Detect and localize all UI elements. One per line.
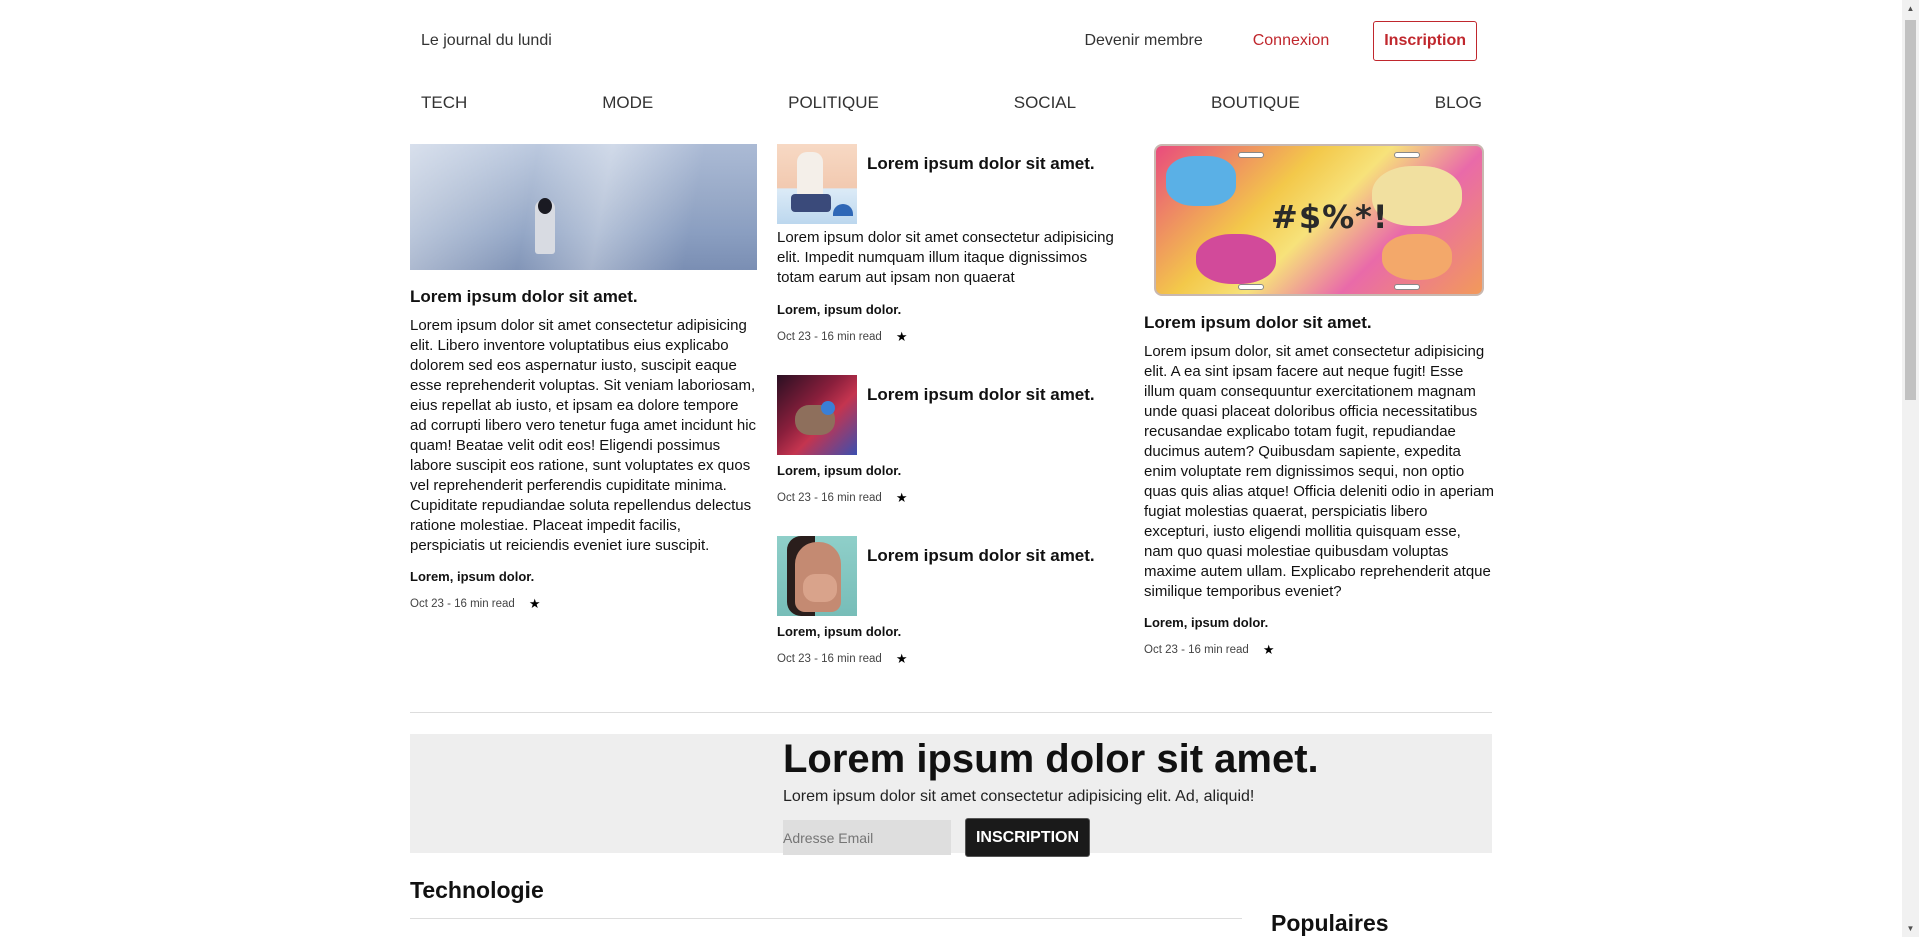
image-wave [833,204,853,216]
article-date: Oct 23 - 16 min read [777,492,882,504]
side-article-1-author: Lorem, ipsum dolor. [777,302,902,317]
section-divider [410,712,1492,713]
page: Le journal du lundi Devenir membre Conne… [410,0,1494,936]
image-person-head [538,198,552,214]
side-article-header: Lorem ipsum dolor sit amet. [777,144,1127,224]
side-article-2-image[interactable] [777,375,857,455]
main-article-title[interactable]: Lorem ipsum dolor sit amet. [410,286,757,308]
nav-item-boutique[interactable]: BOUTIQUE [1211,93,1300,113]
image-blob [1196,234,1276,284]
side-article-3: Lorem ipsum dolor sit amet. Lorem, ipsum… [777,536,1127,667]
main-article-meta: Oct 23 - 16 min read ★ [410,596,757,612]
newsletter-text: Lorem ipsum dolor sit amet consectetur a… [783,788,1255,805]
main-article-text: Lorem ipsum dolor sit amet consectetur a… [410,317,757,554]
nav-item-politique[interactable]: POLITIQUE [788,93,879,113]
main-article-author: Lorem, ipsum dolor. [410,569,535,584]
side-article-3-image[interactable] [777,536,857,616]
section-title-populaires: Populaires [1271,910,1389,936]
header-actions: Devenir membre Connexion Inscription [1084,21,1477,61]
section-title-technologie: Technologie [410,877,544,903]
article-date: Oct 23 - 16 min read [777,653,882,665]
image-blob [1166,156,1236,206]
side-article-1-image[interactable] [777,144,857,224]
newsletter-content: Lorem ipsum dolor sit amet. Lorem ipsum … [783,734,1319,857]
image-figure-base [791,194,831,212]
scroll-up-arrow-icon[interactable]: ▲ [1902,0,1919,17]
article-date: Oct 23 - 16 min read [777,331,882,343]
right-article-text: Lorem ipsum dolor, sit amet consectetur … [1144,343,1494,600]
nav-item-tech[interactable]: TECH [421,93,467,113]
right-article-title[interactable]: Lorem ipsum dolor sit amet. [1144,312,1494,334]
side-article-1-meta: Oct 23 - 16 min read ★ [777,329,1127,345]
newsletter-form: INSCRIPTION [783,818,1319,857]
section-divider [410,918,1242,919]
site-header: Le journal du lundi Devenir membre Conne… [410,0,1492,82]
right-article-meta: Oct 23 - 16 min read ★ [1144,642,1494,658]
side-article-3-title[interactable]: Lorem ipsum dolor sit amet. [867,546,1095,566]
image-dot [821,401,835,415]
image-figure [797,152,823,197]
main-nav: TECH MODE POLITIQUE SOCIAL BOUTIQUE BLOG [410,82,1492,124]
main-article: Lorem ipsum dolor sit amet. Lorem ipsum … [410,144,757,612]
become-member-link[interactable]: Devenir membre [1084,32,1202,50]
login-link[interactable]: Connexion [1253,32,1330,50]
plate-text: #$%*! [1271,198,1389,236]
star-icon[interactable]: ★ [896,329,908,345]
star-icon[interactable]: ★ [896,490,908,506]
side-article-2-meta: Oct 23 - 16 min read ★ [777,490,1127,506]
nav-item-mode[interactable]: MODE [602,93,653,113]
plate-hole [1238,152,1264,158]
star-icon[interactable]: ★ [529,596,541,612]
scrollbar-thumb[interactable] [1905,20,1916,400]
main-article-image[interactable] [410,144,757,270]
newsletter-title: Lorem ipsum dolor sit amet. [783,737,1319,781]
side-article-1-text: Lorem ipsum dolor sit amet consectetur a… [777,229,1114,286]
newsletter-signup-button[interactable]: INSCRIPTION [965,818,1090,857]
plate-hole [1394,284,1420,290]
side-article-1: Lorem ipsum dolor sit amet. Lorem ipsum … [777,144,1127,345]
site-brand[interactable]: Le journal du lundi [421,32,552,50]
plate-hole [1394,152,1420,158]
vertical-scrollbar[interactable]: ▲ ▼ [1902,0,1919,937]
signup-button[interactable]: Inscription [1373,21,1477,61]
article-date: Oct 23 - 16 min read [410,598,515,610]
side-article-2-title[interactable]: Lorem ipsum dolor sit amet. [867,385,1095,405]
side-article-header: Lorem ipsum dolor sit amet. [777,536,1127,616]
side-article-header: Lorem ipsum dolor sit amet. [777,375,1127,455]
image-blob [1382,234,1452,280]
email-input[interactable] [783,820,951,855]
newsletter-banner: Lorem ipsum dolor sit amet. Lorem ipsum … [410,734,1492,857]
plate-hole [1238,284,1264,290]
nav-item-social[interactable]: SOCIAL [1014,93,1076,113]
image-ice-overlay [410,144,757,270]
scroll-down-arrow-icon[interactable]: ▼ [1902,920,1919,937]
star-icon[interactable]: ★ [896,651,908,667]
image-hand [803,574,837,602]
side-article-3-author: Lorem, ipsum dolor. [777,624,902,639]
side-article-1-title[interactable]: Lorem ipsum dolor sit amet. [867,154,1095,174]
right-article: #$%*! Lorem ipsum dolor sit amet. Lorem … [1144,144,1494,658]
nav-item-blog[interactable]: BLOG [1435,93,1482,113]
right-article-author: Lorem, ipsum dolor. [1144,615,1269,630]
articles-grid: Lorem ipsum dolor sit amet. Lorem ipsum … [410,124,1494,694]
article-date: Oct 23 - 16 min read [1144,644,1249,656]
star-icon[interactable]: ★ [1263,642,1275,658]
right-article-image[interactable]: #$%*! [1154,144,1484,296]
side-article-2: Lorem ipsum dolor sit amet. Lorem, ipsum… [777,375,1127,506]
side-article-2-author: Lorem, ipsum dolor. [777,463,902,478]
side-article-3-meta: Oct 23 - 16 min read ★ [777,651,1127,667]
side-articles: Lorem ipsum dolor sit amet. Lorem ipsum … [777,144,1127,667]
